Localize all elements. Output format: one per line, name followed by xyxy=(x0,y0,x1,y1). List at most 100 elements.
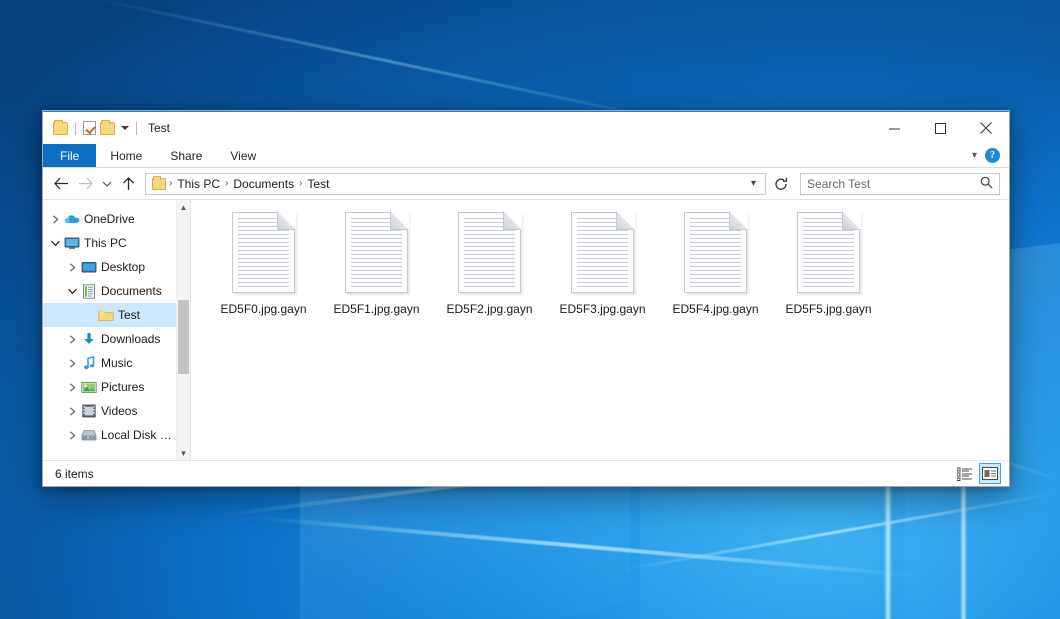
wallpaper-beam-diagonal-4 xyxy=(86,0,693,127)
window-controls xyxy=(871,112,1009,144)
folder-icon xyxy=(152,178,166,190)
details-view-button[interactable] xyxy=(954,463,976,484)
sidebar-item-downloads[interactable]: Downloads xyxy=(43,327,176,351)
breadcrumb[interactable]: › This PC › Documents › Test ▾ xyxy=(145,173,766,195)
sidebar-item-label: Music xyxy=(101,356,132,370)
chevron-right-icon[interactable] xyxy=(64,431,80,440)
tab-view[interactable]: View xyxy=(216,144,270,167)
large-icons-view-button[interactable] xyxy=(979,463,1001,484)
file-name-label: ED5F5.jpg.gayn xyxy=(785,302,871,316)
tab-share[interactable]: Share xyxy=(156,144,216,167)
quick-access-toolbar xyxy=(53,121,140,135)
navigation-scrollbar[interactable]: ▲ ▼ xyxy=(176,200,190,460)
chevron-right-icon[interactable] xyxy=(47,215,63,224)
sidebar-item-local-disk-c[interactable]: Local Disk (C:) xyxy=(43,423,176,447)
view-buttons xyxy=(954,463,1001,484)
file-item[interactable]: ED5F0.jpg.gayn xyxy=(207,210,320,316)
documents-icon xyxy=(80,284,98,299)
ribbon-right-controls: ▾ ? xyxy=(972,144,1009,167)
sidebar-item-this-pc[interactable]: This PC xyxy=(43,231,176,255)
ribbon-tab-bar: File Home Share View ▾ ? xyxy=(43,144,1009,168)
properties-icon[interactable] xyxy=(83,121,96,135)
refresh-button[interactable] xyxy=(770,173,792,195)
sidebar-item-label: Local Disk (C:) xyxy=(101,428,172,442)
videos-icon xyxy=(80,404,98,418)
chevron-right-icon[interactable] xyxy=(64,263,80,272)
sidebar-item-pictures[interactable]: Pictures xyxy=(43,375,176,399)
chevron-down-icon[interactable] xyxy=(64,288,80,295)
desktop-icon xyxy=(80,261,98,274)
folder-icon xyxy=(97,309,115,322)
scrollbar-track[interactable] xyxy=(177,214,190,446)
new-folder-icon[interactable] xyxy=(100,122,115,135)
file-name-label: ED5F0.jpg.gayn xyxy=(220,302,306,316)
recent-locations-button[interactable] xyxy=(98,173,115,195)
file-item[interactable]: ED5F2.jpg.gayn xyxy=(433,210,546,316)
sidebar-item-label: Videos xyxy=(101,404,137,418)
sidebar-item-documents[interactable]: Documents xyxy=(43,279,176,303)
sidebar-item-music[interactable]: Music xyxy=(43,351,176,375)
file-item[interactable]: ED5F4.jpg.gayn xyxy=(659,210,772,316)
scrollbar-thumb[interactable] xyxy=(178,300,189,374)
sidebar-item-label: Desktop xyxy=(101,260,145,274)
chevron-down-icon[interactable]: ▼ xyxy=(177,446,190,460)
search-icon[interactable] xyxy=(980,176,993,192)
desktop-background: Test File Home Share View ▾ xyxy=(0,0,1060,619)
generic-file-icon xyxy=(797,212,860,293)
minimize-button[interactable] xyxy=(871,112,917,144)
sidebar-item-onedrive[interactable]: OneDrive xyxy=(43,207,176,231)
sidebar-item-label: This PC xyxy=(84,236,127,250)
generic-file-icon xyxy=(571,212,634,293)
chevron-down-icon[interactable]: ▾ xyxy=(972,150,977,161)
file-list[interactable]: ED5F0.jpg.gayn ED5F1.jpg.gayn ED5F2.jpg.ga… xyxy=(191,200,1009,460)
sidebar-item-videos[interactable]: Videos xyxy=(43,399,176,423)
forward-button[interactable] xyxy=(74,173,96,195)
generic-file-icon xyxy=(345,212,408,293)
tab-home[interactable]: Home xyxy=(96,144,156,167)
file-name-label: ED5F2.jpg.gayn xyxy=(446,302,532,316)
chevron-down-icon[interactable]: ▾ xyxy=(744,178,763,189)
breadcrumb-item-this-pc[interactable]: This PC xyxy=(173,177,224,191)
file-name-label: ED5F1.jpg.gayn xyxy=(333,302,419,316)
sidebar-item-test[interactable]: Test xyxy=(43,303,176,327)
chevron-right-icon[interactable] xyxy=(64,383,80,392)
search-input[interactable] xyxy=(807,177,980,191)
sidebar-item-label: OneDrive xyxy=(84,212,135,226)
up-button[interactable] xyxy=(117,173,139,195)
sidebar-item-desktop[interactable]: Desktop xyxy=(43,255,176,279)
sidebar-item-label: Documents xyxy=(101,284,162,298)
back-button[interactable] xyxy=(50,173,72,195)
tab-file[interactable]: File xyxy=(43,144,96,167)
breadcrumb-item-documents[interactable]: Documents xyxy=(229,177,298,191)
breadcrumb-item-test[interactable]: Test xyxy=(303,177,333,191)
file-item[interactable]: ED5F3.jpg.gayn xyxy=(546,210,659,316)
close-button[interactable] xyxy=(963,112,1009,144)
folder-tree: OneDrive This PC Desktop Documents Test Downl… xyxy=(43,200,176,460)
window-title: Test xyxy=(148,121,170,135)
ribbon-spacer xyxy=(270,144,972,167)
address-bar: › This PC › Documents › Test ▾ xyxy=(43,168,1009,199)
chevron-down-icon[interactable] xyxy=(47,240,63,247)
chevron-right-icon[interactable] xyxy=(64,335,80,344)
generic-file-icon xyxy=(458,212,521,293)
status-bar: 6 items xyxy=(43,460,1009,486)
toolbar-divider xyxy=(75,122,76,135)
sidebar-item-label: Downloads xyxy=(101,332,160,346)
generic-file-icon xyxy=(684,212,747,293)
help-icon[interactable]: ? xyxy=(985,148,1000,163)
chevron-down-icon[interactable] xyxy=(121,126,129,130)
file-item[interactable]: ED5F5.jpg.gayn xyxy=(772,210,885,316)
folder-icon[interactable] xyxy=(53,122,68,135)
search-box[interactable] xyxy=(800,173,1000,195)
toolbar-divider-2 xyxy=(136,122,137,135)
drive-icon xyxy=(80,429,98,442)
chevron-up-icon[interactable]: ▲ xyxy=(177,200,190,214)
chevron-right-icon[interactable] xyxy=(64,359,80,368)
file-explorer-window: Test File Home Share View ▾ xyxy=(42,110,1010,487)
file-item[interactable]: ED5F1.jpg.gayn xyxy=(320,210,433,316)
item-count-label: 6 items xyxy=(55,467,94,481)
chevron-right-icon[interactable] xyxy=(64,407,80,416)
sidebar-item-label: Test xyxy=(118,308,140,322)
maximize-button[interactable] xyxy=(917,112,963,144)
file-name-label: ED5F3.jpg.gayn xyxy=(559,302,645,316)
